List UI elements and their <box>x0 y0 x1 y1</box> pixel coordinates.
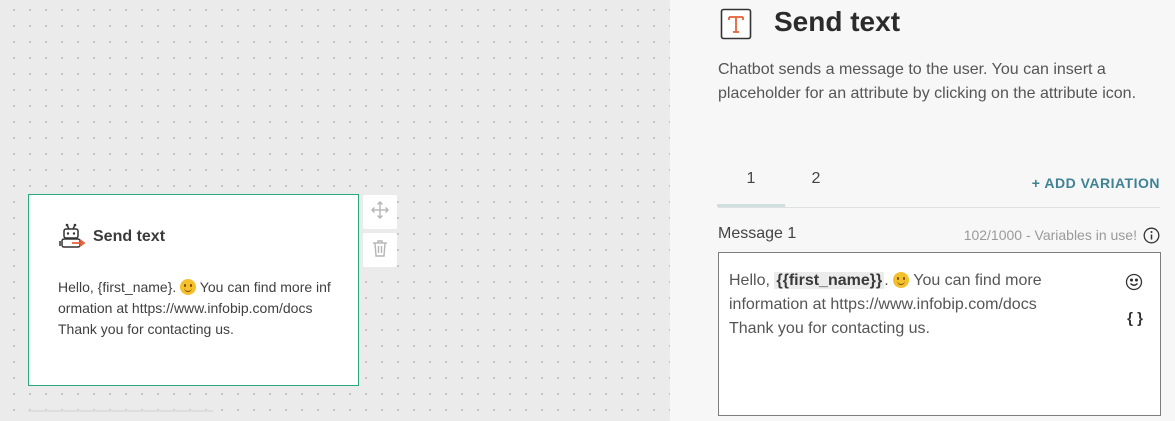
move-node-button[interactable] <box>363 195 397 229</box>
smiley-emoji-icon <box>893 272 910 288</box>
message-prefix: Hello, <box>729 272 775 289</box>
add-variation-button[interactable]: + ADD VARIATION <box>1032 175 1160 191</box>
node-title: Send text <box>93 228 166 245</box>
node-message-preview: Hello, {first_name}. You can find more i… <box>58 277 338 340</box>
text-element-icon <box>720 8 752 40</box>
node-text-start: Hello, {first_name}. <box>58 279 181 295</box>
message-label: Message 1 <box>718 225 797 242</box>
tab-variation-2[interactable]: 2 <box>782 170 850 188</box>
emoji-picker-icon[interactable] <box>1125 273 1143 291</box>
trash-icon <box>372 239 388 262</box>
info-icon[interactable] <box>1143 227 1160 244</box>
delete-node-button[interactable] <box>363 233 397 267</box>
panel-title: Send text <box>774 6 901 37</box>
smiley-emoji-icon <box>180 279 197 295</box>
robot-send-icon <box>57 223 86 251</box>
message-suffix: . <box>884 272 894 289</box>
message-content: Hello, {{first_name}}. You can find more… <box>729 269 1089 341</box>
panel-description: Chatbot sends a message to the user. You… <box>718 61 1137 102</box>
message-line2: Thank you for contacting us. <box>729 320 930 337</box>
insert-attribute-button[interactable]: { } <box>1127 310 1143 327</box>
message-textarea[interactable]: Hello, {{first_name}}. You can find more… <box>718 252 1161 416</box>
properties-panel: Send text Chatbot sends a message to the… <box>670 0 1175 421</box>
move-arrows-icon <box>371 200 389 224</box>
send-text-node[interactable]: Send text Hello, {first_name}. You can f… <box>28 194 359 386</box>
tab-divider <box>718 207 1160 208</box>
attribute-placeholder[interactable]: {{first_name}} <box>774 272 885 289</box>
canvas-divider <box>28 410 213 412</box>
tab-variation-1[interactable]: 1 <box>717 170 785 188</box>
node-text-line2: Thank you for contacting us. <box>58 321 234 337</box>
character-count: 102/1000 - Variables in use! <box>963 227 1137 243</box>
